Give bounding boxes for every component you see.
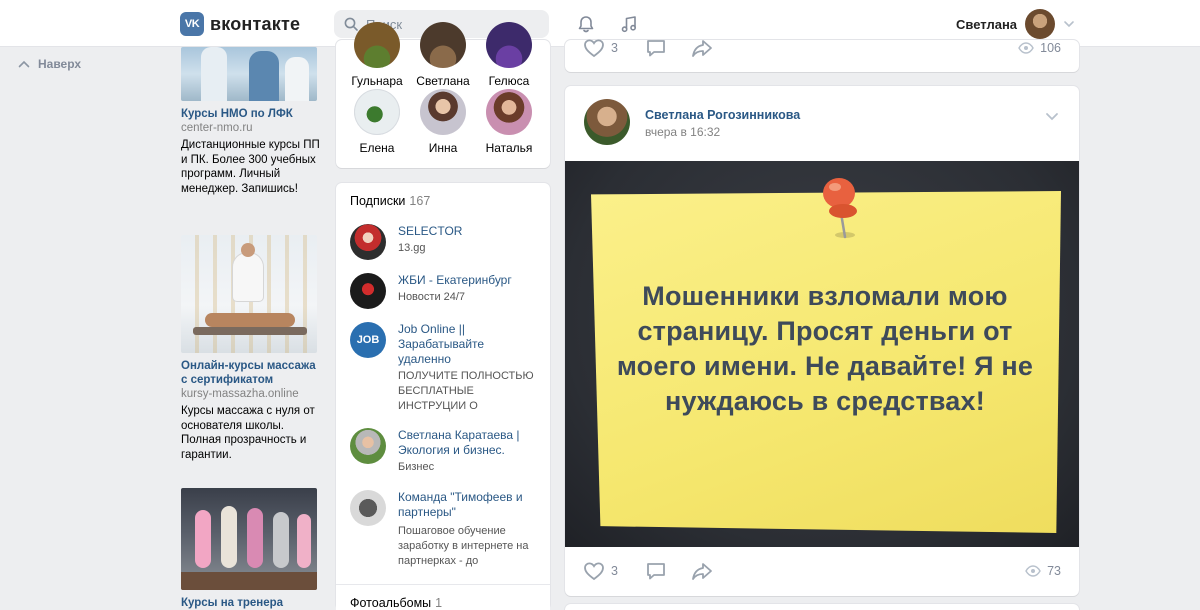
friend-item[interactable]: Наталья xyxy=(476,89,542,155)
avatar[interactable] xyxy=(486,22,532,68)
previous-post-actions: 3 106 xyxy=(565,38,1079,72)
avatar[interactable] xyxy=(350,490,386,526)
avatar[interactable] xyxy=(350,428,386,464)
vk-logo-icon: VK xyxy=(180,12,204,36)
share-icon xyxy=(692,563,712,580)
ad-image[interactable] xyxy=(181,47,317,101)
friend-name[interactable]: Светлана xyxy=(416,74,469,88)
avatar[interactable] xyxy=(354,89,400,135)
ad-title[interactable]: Курсы на тренера xyxy=(181,596,321,610)
post-actions: 3 73 xyxy=(565,547,1079,596)
like-count: 3 xyxy=(611,41,618,55)
albums-label: Фотоальбомы xyxy=(350,596,432,610)
ad-image[interactable] xyxy=(181,235,317,353)
photo-albums-header[interactable]: Фотоальбомы 1 xyxy=(336,584,550,610)
subscription-desc: ПОЛУЧИТЕ ПОЛНОСТЬЮ БЕСПЛАТНЫЕ ИНСТРУЦИИ … xyxy=(398,370,534,412)
ad-item[interactable]: Курсы на тренера xyxy=(181,488,321,610)
heart-icon xyxy=(584,39,604,58)
avatar[interactable] xyxy=(354,22,400,68)
subscription-name[interactable]: Команда "Тимофеев и партнеры" xyxy=(398,490,538,520)
comment-button[interactable] xyxy=(645,38,667,58)
comment-button[interactable] xyxy=(645,561,667,581)
friend-item[interactable]: Гульнара xyxy=(344,22,410,88)
subscriptions-header[interactable]: Подписки 167 xyxy=(350,194,430,208)
views-counter: 73 xyxy=(1025,564,1061,578)
logo-text: вконтакте xyxy=(210,13,301,34)
friend-item[interactable]: Светлана xyxy=(410,22,476,88)
ad-item[interactable]: Курсы НМО по ЛФК center-nmo.ru Дистанцио… xyxy=(181,47,321,196)
ad-text: Курсы массажа с нуля от основателя школы… xyxy=(181,405,315,461)
avatar[interactable] xyxy=(350,273,386,309)
ad-item[interactable]: Онлайн-курсы массажа с сертификатом kurs… xyxy=(181,235,321,462)
chevron-down-icon xyxy=(1064,21,1074,28)
friend-name[interactable]: Наталья xyxy=(486,141,533,155)
profile-menu[interactable]: Светлана xyxy=(956,9,1075,39)
comment-icon xyxy=(647,40,665,57)
comment-icon xyxy=(647,563,665,580)
post-menu-button[interactable] xyxy=(1045,110,1059,124)
push-pin-icon xyxy=(823,178,857,239)
avatar xyxy=(1025,9,1056,39)
share-icon xyxy=(692,40,712,57)
like-button[interactable]: 3 xyxy=(583,561,618,581)
like-count: 3 xyxy=(611,564,618,578)
avatar[interactable] xyxy=(420,89,466,135)
ad-text: Дистанционные курсы ПП и ПК. Более 300 у… xyxy=(181,139,320,195)
subscription-desc: Бизнес xyxy=(398,461,435,473)
subscription-desc: Новости 24/7 xyxy=(398,291,466,303)
subscriptions-label: Подписки xyxy=(350,194,406,208)
scroll-up-label: Наверх xyxy=(38,57,82,71)
post-image[interactable]: Мошенники взломали мою страницу. Просят … xyxy=(565,161,1079,547)
views-count: 73 xyxy=(1047,564,1061,578)
ad-title[interactable]: Курсы НМО по ЛФК xyxy=(181,107,321,121)
author-avatar[interactable] xyxy=(584,99,630,145)
subscription-name[interactable]: ЖБИ - Екатеринбург xyxy=(398,273,538,288)
avatar[interactable] xyxy=(350,224,386,260)
friend-name[interactable]: Елена xyxy=(360,141,395,155)
views-count: 106 xyxy=(1040,41,1061,55)
subscription-name[interactable]: Job Online || Зарабатывайте удаленно xyxy=(398,322,538,367)
views-counter: 106 xyxy=(1018,41,1061,55)
friend-item[interactable]: Инна xyxy=(410,89,476,155)
eye-icon xyxy=(1018,42,1034,54)
friend-item[interactable]: Гелюса xyxy=(476,22,542,88)
subscription-desc: 13.gg xyxy=(398,242,426,254)
feed-post: Светлана Рогозинникова вчера в 16:32 Мош… xyxy=(565,86,1079,596)
scroll-up-button[interactable]: Наверх xyxy=(18,57,81,71)
friends-block: Гульнара Светлана Гелюса Елена Инна Ната… xyxy=(336,22,550,168)
chevron-up-icon xyxy=(18,60,30,68)
vk-logo[interactable]: VK вконтакте xyxy=(180,12,300,36)
post-time[interactable]: вчера в 16:32 xyxy=(645,125,720,139)
notifications-bell-icon[interactable] xyxy=(575,13,597,35)
share-button[interactable] xyxy=(691,38,713,58)
subscriptions-block: Подписки 167 SELECTOR 13.gg ЖБИ - Екатери… xyxy=(336,183,550,610)
chevron-down-icon xyxy=(1046,113,1058,121)
ad-domain: center-nmo.ru xyxy=(181,122,253,134)
job-online-avatar[interactable]: JOB xyxy=(350,322,386,358)
next-post xyxy=(565,604,1079,610)
ad-image[interactable] xyxy=(181,488,317,590)
ad-domain: kursy-massazha.online xyxy=(181,388,299,400)
subscription-name[interactable]: SELECTOR xyxy=(398,224,538,239)
avatar[interactable] xyxy=(420,22,466,68)
sticky-note-text: Мошенники взломали мою страницу. Просят … xyxy=(616,281,1034,416)
eye-icon xyxy=(1025,565,1041,577)
post-author[interactable]: Светлана Рогозинникова xyxy=(645,108,800,122)
profile-name: Светлана xyxy=(956,16,1018,32)
friend-name[interactable]: Гульнара xyxy=(351,74,402,88)
heart-icon xyxy=(584,562,604,581)
like-button[interactable]: 3 xyxy=(583,38,618,58)
subscription-name[interactable]: Светлана Каратаева | Экология и бизнес. xyxy=(398,428,538,458)
share-button[interactable] xyxy=(691,561,713,581)
friend-item[interactable]: Елена xyxy=(344,89,410,155)
subscription-desc: Пошаговое обучение заработку в интернете… xyxy=(398,525,529,567)
friend-name[interactable]: Инна xyxy=(429,141,458,155)
ad-title[interactable]: Онлайн-курсы массажа с сертификатом xyxy=(181,359,321,387)
albums-count: 1 xyxy=(435,596,443,610)
music-note-icon[interactable] xyxy=(618,13,640,35)
friend-name[interactable]: Гелюса xyxy=(489,74,530,88)
avatar[interactable] xyxy=(486,89,532,135)
subscriptions-count: 167 xyxy=(409,194,431,208)
